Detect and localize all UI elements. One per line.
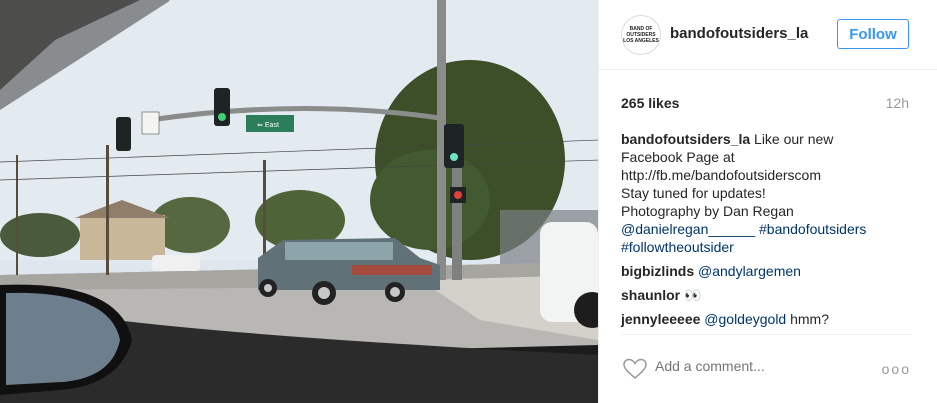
comment-username[interactable]: shaunlor: [621, 287, 680, 303]
comments-list: bandofoutsiders_la Like our new Facebook…: [621, 130, 913, 334]
caption-line-2: Facebook Page at: [621, 149, 735, 165]
comment-username[interactable]: jennyleeeee: [621, 311, 700, 327]
post-sidebar: BAND OF OUTSIDERS LOS ANGELES bandofouts…: [598, 0, 937, 403]
list-item: jennyleeeee @goldeygold hmm?: [621, 310, 913, 328]
follow-button[interactable]: Follow: [837, 19, 909, 49]
post-header: BAND OF OUTSIDERS LOS ANGELES bandofouts…: [599, 0, 937, 70]
list-item: bigbizlinds @andylargemen: [621, 262, 913, 280]
caption-line-3: http://fb.me/bandofoutsiderscom: [621, 167, 821, 183]
comment-text: hmm?: [790, 311, 830, 327]
caption-line-4: Stay tuned for updates!: [621, 185, 766, 201]
street-scene-photo: ⇐ East: [0, 0, 598, 403]
comment-text: 👀: [684, 287, 702, 303]
instagram-post: ⇐ East BAND OF OUTSIDERS LOS ANGELES ban…: [0, 0, 937, 403]
username[interactable]: bandofoutsiders_la: [670, 25, 808, 42]
more-options-icon[interactable]: ooo: [882, 361, 911, 377]
caption-hashtag[interactable]: #bandofoutsiders: [759, 221, 866, 237]
list-item: shaunlor 👀: [621, 286, 913, 304]
heart-icon[interactable]: [623, 358, 647, 380]
caption: bandofoutsiders_la Like our new Facebook…: [621, 130, 913, 256]
caption-line-1: Like our new: [754, 131, 834, 147]
caption-line-5: Photography by Dan Regan: [621, 203, 794, 219]
post-time[interactable]: 12h: [886, 95, 909, 111]
comment-mention[interactable]: @andylargemen: [698, 263, 801, 279]
comment-username[interactable]: bigbizlinds: [621, 263, 694, 279]
comment-input[interactable]: [655, 358, 845, 374]
caption-hashtag[interactable]: #followtheoutsider: [621, 239, 734, 255]
avatar[interactable]: BAND OF OUTSIDERS LOS ANGELES: [621, 15, 661, 55]
likes-count[interactable]: 265 likes: [621, 95, 679, 111]
caption-username[interactable]: bandofoutsiders_la: [621, 131, 750, 147]
post-photo[interactable]: ⇐ East: [0, 0, 598, 403]
add-comment-bar: ooo: [621, 334, 911, 395]
comment-mention[interactable]: @goldeygold: [704, 311, 786, 327]
caption-mention[interactable]: @danielregan______: [621, 221, 755, 237]
street-sign-text: ⇐ East: [257, 122, 279, 129]
